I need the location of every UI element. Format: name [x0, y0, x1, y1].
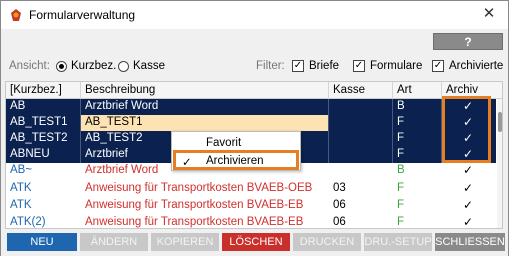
edit-button[interactable]: ÄNDERN — [80, 233, 148, 251]
cell-beschreibung: Arztbrief Word — [85, 164, 159, 176]
cell-art: F — [397, 182, 405, 194]
title-bar: Formularverwaltung ✕ — [1, 1, 508, 29]
filter-row: Ansicht: Kurzbez. Kasse Filter: ✓ Briefe… — [1, 57, 508, 77]
cell-art: F — [397, 148, 405, 160]
table-row[interactable]: ATK(2) Anweisung für Transportkosten BVA… — [6, 215, 496, 229]
cell-kurzbez: ATK — [10, 199, 32, 211]
cell-beschreibung-editing[interactable]: AB_TEST1 — [85, 116, 143, 128]
col-header-beschreibung[interactable]: Beschreibung — [85, 84, 155, 96]
check-icon: ✓ — [463, 163, 474, 177]
cell-art: F — [397, 199, 405, 211]
new-button[interactable]: NEU — [7, 233, 77, 251]
cell-kasse: 03 — [333, 182, 346, 194]
radio-kasse[interactable] — [118, 61, 129, 72]
table-row[interactable]: AB_TEST1 AB_TEST1 F ✓ — [6, 115, 496, 131]
col-header-art[interactable]: Art — [397, 84, 412, 96]
check-icon: ✓ — [463, 181, 474, 195]
cell-beschreibung: Anweisung für Transportkosten BVAEB-EB — [85, 216, 304, 228]
delete-button[interactable]: LÖSCHEN — [222, 233, 290, 251]
cell-art: F — [397, 216, 405, 228]
close-button[interactable]: SCHLIESSEN — [435, 233, 505, 251]
col-header-archiv[interactable]: Archiv — [446, 84, 478, 96]
table-row[interactable]: ATK Anweisung für Transportkosten BVAEB-… — [6, 181, 496, 197]
cell-kasse: 06 — [333, 199, 346, 211]
app-icon — [11, 9, 21, 21]
view-label: Ansicht: — [9, 60, 50, 72]
cell-kurzbez: AB~ — [10, 164, 33, 176]
filter-label: Filter: — [256, 60, 285, 72]
radio-kurzbez-label: Kurzbez. — [71, 60, 117, 72]
table-row[interactable]: ATK Anweisung für Transportkosten BVAEB-… — [6, 198, 496, 214]
checkbox-briefe-label: Briefe — [309, 60, 340, 72]
check-icon: ✓ — [463, 215, 474, 229]
print-button[interactable]: DRUCKEN — [293, 233, 361, 251]
cell-art: F — [397, 132, 405, 144]
cell-beschreibung: Anweisung für Transportkosten BVAEB-EB — [85, 199, 304, 211]
button-bar: NEU ÄNDERN KOPIEREN LÖSCHEN DRUCKEN DRU.… — [1, 229, 508, 256]
cell-beschreibung: Arztbrief — [85, 148, 128, 160]
cell-kasse: 06 — [333, 216, 346, 228]
archive-column-highlight — [442, 96, 491, 163]
cell-art: B — [397, 100, 405, 112]
table-row[interactable]: AB Arztbrief Word B ✓ — [6, 99, 496, 115]
cell-art: F — [397, 116, 405, 128]
menu-item-favorit-label: Favorit — [206, 137, 242, 149]
copy-button[interactable]: KOPIEREN — [151, 233, 219, 251]
scrollbar-thumb[interactable] — [498, 112, 502, 132]
col-header-kasse[interactable]: Kasse — [333, 84, 365, 96]
checkbox-formulare[interactable]: ✓ — [353, 60, 365, 72]
checkbox-formulare-label: Formulare — [370, 60, 423, 72]
close-icon[interactable]: ✕ — [480, 5, 498, 23]
check-icon: ✓ — [463, 198, 474, 212]
radio-kasse-label: Kasse — [133, 60, 165, 72]
checkbox-archivierte[interactable]: ✓ — [432, 60, 444, 72]
table-header: [Kurzbez.] Beschreibung Kasse Art Archiv — [6, 82, 502, 99]
cell-kurzbez: AB — [10, 100, 26, 112]
help-button[interactable]: ? — [433, 33, 503, 50]
radio-kurzbez[interactable] — [56, 61, 67, 72]
cell-beschreibung: AB_TEST2 — [85, 132, 143, 144]
formularverwaltung-window: Formularverwaltung ✕ ? Ansicht: Kurzbez.… — [0, 0, 509, 256]
checkbox-archivierte-label: Archivierte — [449, 60, 504, 72]
checkbox-briefe[interactable]: ✓ — [292, 60, 304, 72]
cell-beschreibung: Anweisung für Transportkosten BVAEB-OEB — [85, 182, 313, 194]
print-setup-button[interactable]: DRU.-SETUP — [364, 233, 432, 251]
cell-kurzbez: ATK — [10, 182, 32, 194]
cell-kurzbez: AB_TEST2 — [10, 132, 68, 144]
archivieren-highlight — [173, 150, 299, 170]
cell-kurzbez: AB_TEST1 — [10, 116, 68, 128]
cell-beschreibung: Arztbrief Word — [85, 100, 159, 112]
window-title: Formularverwaltung — [29, 8, 136, 22]
cell-kurzbez: ABNEU — [10, 148, 50, 160]
cell-art: B — [397, 164, 405, 176]
cell-kurzbez: ATK(2) — [10, 216, 46, 228]
col-header-kurzbez[interactable]: [Kurzbez.] — [10, 84, 62, 96]
